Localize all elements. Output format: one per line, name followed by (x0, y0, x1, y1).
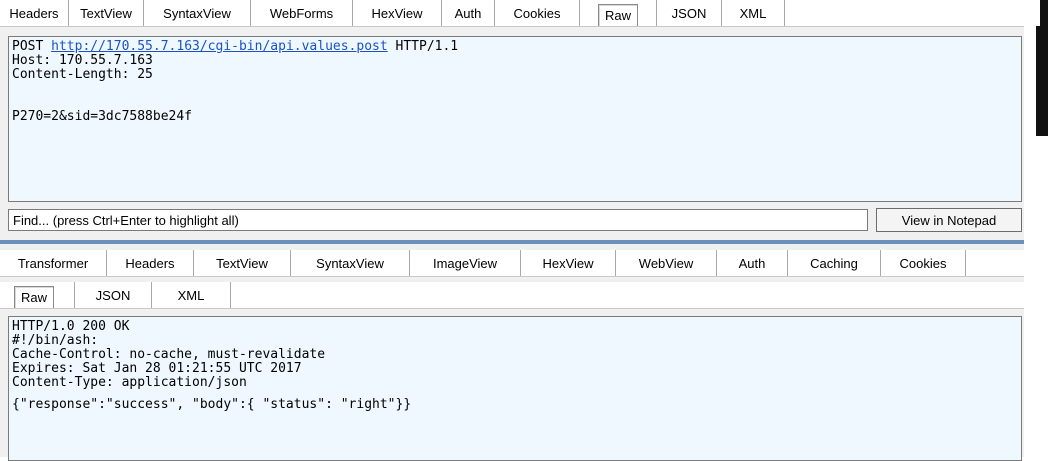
request-tab-textview[interactable]: TextView (69, 0, 144, 26)
request-tab-headers[interactable]: Headers (0, 0, 69, 26)
response-tab-raw-label: Raw (13, 285, 54, 308)
response-tab-json[interactable]: JSON (75, 282, 152, 308)
request-tab-webforms[interactable]: WebForms (251, 0, 353, 26)
request-host-header: Host: 170.55.7.163 (12, 53, 153, 68)
pane-splitter[interactable] (0, 240, 1024, 244)
response-tab-strip-row1: Transformer Headers TextView SyntaxView … (0, 250, 1024, 277)
response-body: {"response":"success", "body":{ "status"… (12, 397, 412, 412)
response-shebang-line: #!/bin/ash: (12, 333, 99, 348)
request-tab-hexview[interactable]: HexView (353, 0, 442, 26)
request-tab-auth[interactable]: Auth (442, 0, 495, 26)
background-window-edge (1040, 0, 1048, 26)
response-raw-pane[interactable]: HTTP/1.0 200 OK #!/bin/ash: Cache-Control:… (8, 316, 1022, 461)
response-tab-caching[interactable]: Caching (788, 250, 881, 276)
response-cache-control-header: Cache-Control: no-cache, must-revalidate (12, 347, 326, 362)
request-protocol: HTTP/1.1 (395, 39, 459, 54)
request-tab-raw[interactable]: Raw (580, 0, 657, 26)
response-tab-xml[interactable]: XML (152, 282, 231, 308)
request-tab-xml[interactable]: XML (722, 0, 785, 26)
response-tab-transformer[interactable]: Transformer (0, 250, 107, 276)
response-content-type-header: Content-Type: application/json (12, 375, 247, 390)
response-tab-webview[interactable]: WebView (616, 250, 717, 276)
request-tab-cookies[interactable]: Cookies (495, 0, 580, 26)
request-body: P270=2&sid=3dc7588be24f (12, 109, 193, 124)
inspector-window: Headers TextView SyntaxView WebForms Hex… (0, 0, 1048, 461)
response-tab-imageview[interactable]: ImageView (410, 250, 521, 276)
response-expires-header: Expires: Sat Jan 28 01:21:55 UTC 2017 (12, 361, 302, 376)
response-tab-auth[interactable]: Auth (717, 250, 788, 276)
request-tab-json[interactable]: JSON (657, 0, 722, 26)
request-raw-pane[interactable]: POST http://170.55.7.163/cgi-bin/api.val… (8, 36, 1022, 202)
request-blank-line (12, 96, 1018, 110)
response-tab-hexview[interactable]: HexView (521, 250, 616, 276)
request-url-link[interactable]: http://170.55.7.163/cgi-bin/api.values.p… (51, 39, 388, 54)
request-blank-line (12, 82, 1018, 96)
response-tab-syntaxview[interactable]: SyntaxView (291, 250, 410, 276)
request-content-length-header: Content-Length: 25 (12, 67, 153, 82)
request-line: POST http://170.55.7.163/cgi-bin/api.val… (12, 40, 1018, 54)
request-tab-syntaxview[interactable]: SyntaxView (144, 0, 251, 26)
find-bar: View in Notepad (8, 206, 1022, 234)
response-tab-textview[interactable]: TextView (194, 250, 291, 276)
request-tab-raw-label: Raw (597, 3, 638, 26)
response-tab-cookies[interactable]: Cookies (881, 250, 966, 276)
background-window-edge (1036, 26, 1048, 136)
response-tab-strip-row2: Raw JSON XML (0, 282, 1024, 309)
view-in-notepad-button[interactable]: View in Notepad (876, 208, 1022, 232)
request-method: POST (12, 39, 44, 54)
response-tab-headers[interactable]: Headers (107, 250, 194, 276)
response-status-line: HTTP/1.0 200 OK (12, 319, 130, 334)
find-input[interactable] (8, 209, 868, 231)
response-tab-raw[interactable]: Raw (0, 282, 75, 308)
request-tab-strip: Headers TextView SyntaxView WebForms Hex… (0, 0, 1024, 27)
